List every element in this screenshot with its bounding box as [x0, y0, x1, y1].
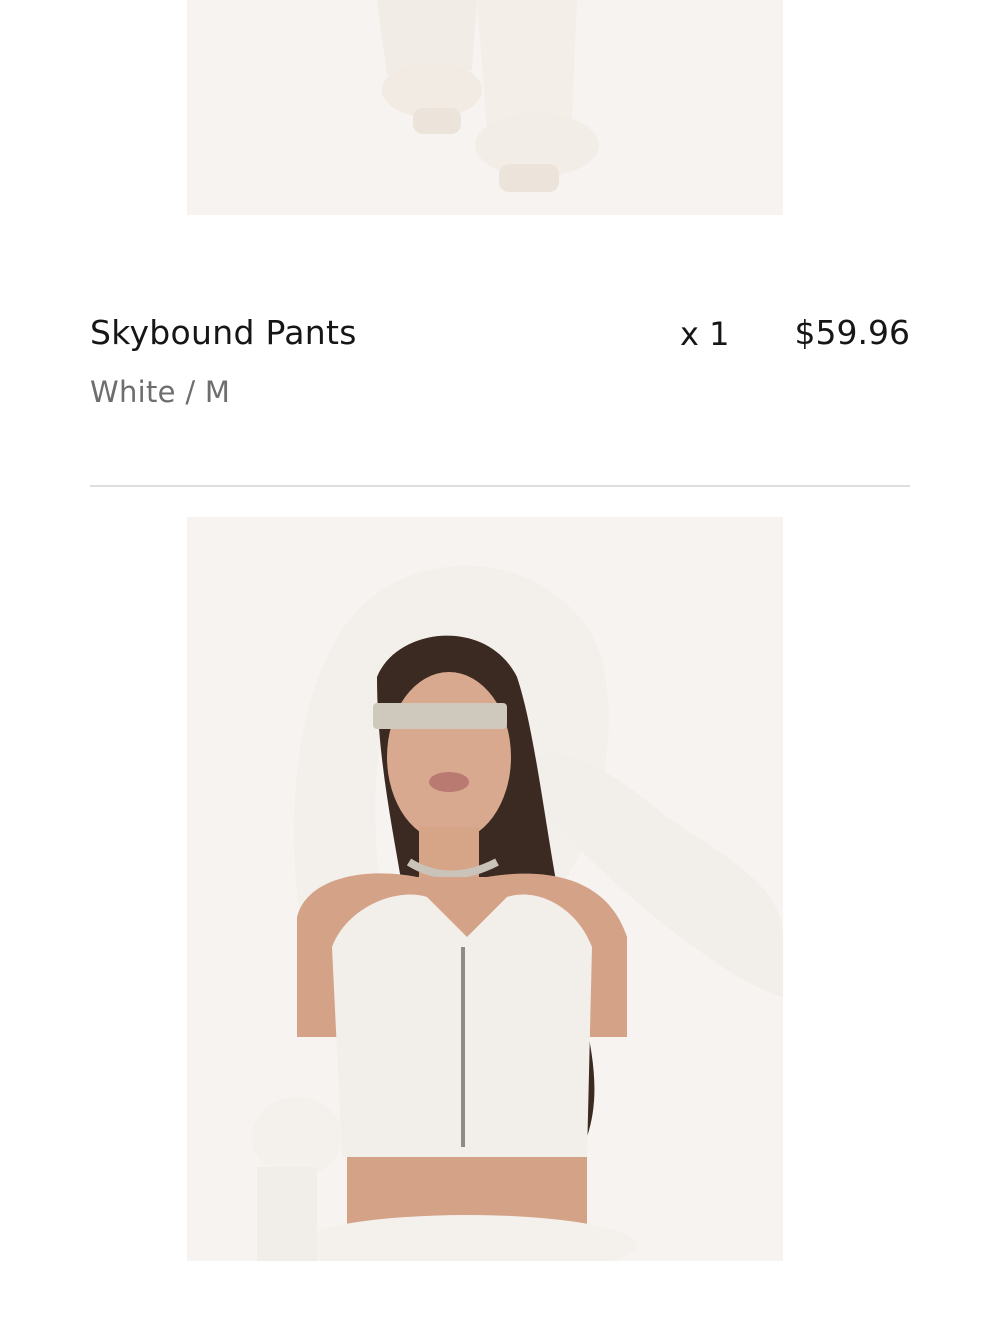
- pants-illustration: [187, 0, 783, 215]
- product-image-pants: [187, 0, 783, 215]
- product-variant: White / M: [90, 375, 231, 409]
- product-quantity: x 1: [680, 315, 730, 353]
- product-name[interactable]: Skybound Pants: [90, 313, 357, 352]
- divider: [90, 485, 910, 487]
- model-illustration: [187, 517, 783, 1261]
- product-price: $59.96: [794, 313, 910, 352]
- product-image-hooded-top: [187, 517, 783, 1261]
